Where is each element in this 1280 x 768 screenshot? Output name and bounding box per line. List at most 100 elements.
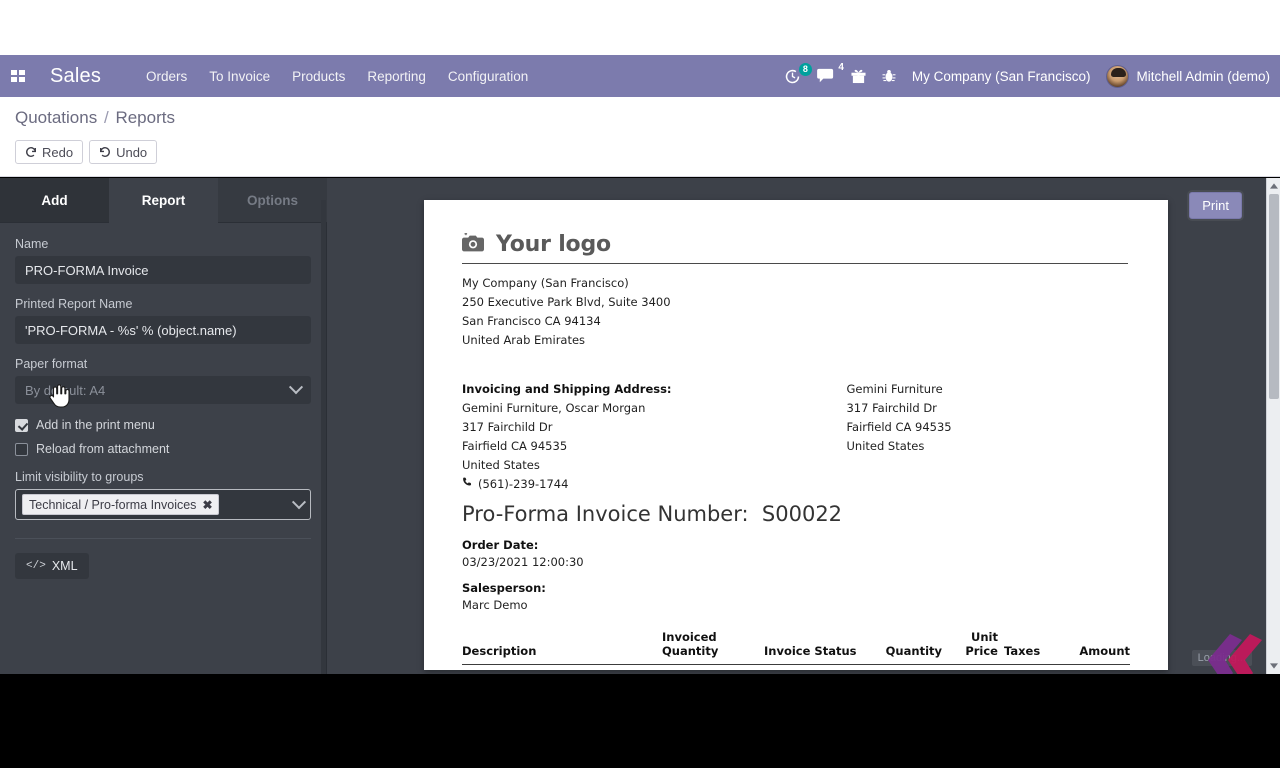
avatar xyxy=(1106,65,1129,88)
menu-item-orders[interactable]: Orders xyxy=(146,69,187,84)
invoicing-address-line: Gemini Furniture, Oscar Morgan xyxy=(462,399,846,418)
tab-add[interactable]: Add xyxy=(0,178,109,223)
code-icon: </> xyxy=(26,560,46,572)
current-company[interactable]: My Company (San Francisco) xyxy=(912,69,1091,84)
shipping-address-line: Gemini Furniture xyxy=(846,380,1132,399)
salesperson-label: Salesperson: xyxy=(462,581,1132,595)
address-columns: Invoicing and Shipping Address: Gemini F… xyxy=(462,380,1132,494)
print-button[interactable]: Print xyxy=(1189,192,1242,219)
company-address-line: San Francisco CA 94134 xyxy=(462,312,1132,331)
menu-item-to-invoice[interactable]: To Invoice xyxy=(209,69,270,84)
breadcrumb-root[interactable]: Quotations xyxy=(15,108,97,127)
bug-icon[interactable] xyxy=(882,68,896,84)
xml-label: XML xyxy=(52,559,78,573)
col-quantity: Quantity xyxy=(872,630,942,665)
caret-down-icon[interactable] xyxy=(1269,661,1279,671)
reload-from-attachment-checkbox[interactable] xyxy=(15,443,28,456)
salesperson-value: Marc Demo xyxy=(462,598,1132,612)
report-properties-form: Name PRO-FORMA Invoice Printed Report Na… xyxy=(0,223,326,579)
user-name: Mitchell Admin (demo) xyxy=(1136,69,1270,84)
breadcrumb: Quotations / Reports xyxy=(15,108,175,128)
undo-icon xyxy=(99,146,111,158)
menu-item-products[interactable]: Products xyxy=(292,69,345,84)
report-preview: Print Your logo xyxy=(328,178,1280,674)
undo-redo-toolbar: Redo Undo xyxy=(15,140,157,164)
breadcrumb-current: Reports xyxy=(115,108,175,127)
scrollbar-thumb[interactable] xyxy=(1269,194,1279,399)
col-taxes: Taxes xyxy=(998,630,1046,665)
studio-editor: Add Report Options Name PRO-FORMA Invoic… xyxy=(0,178,1280,674)
name-label: Name xyxy=(15,237,311,251)
group-tag[interactable]: Technical / Pro-forma Invoices ✖ xyxy=(22,494,219,515)
reload-from-attachment-label: Reload from attachment xyxy=(36,442,169,456)
menu-item-configuration[interactable]: Configuration xyxy=(448,69,528,84)
chevron-down-icon[interactable] xyxy=(292,495,306,509)
order-date-value: 03/23/2021 12:00:30 xyxy=(462,555,1132,569)
company-address-block: My Company (San Francisco) 250 Executive… xyxy=(462,274,1132,350)
sidebar-scrollbar[interactable] xyxy=(321,200,326,674)
close-icon[interactable]: ✖ xyxy=(202,498,212,512)
cell-taxes xyxy=(998,665,1046,671)
order-date-label: Order Date: xyxy=(462,538,1132,552)
group-tag-label: Technical / Pro-forma Invoices xyxy=(29,498,196,512)
xml-button[interactable]: </> XML xyxy=(15,553,89,579)
phone-row: (561)-239-1744 xyxy=(462,475,846,494)
cell-unit-price: 2,950.00 xyxy=(942,665,998,671)
activity-clock-icon[interactable]: 8 xyxy=(784,68,801,85)
limit-visibility-tags-input[interactable]: Technical / Pro-forma Invoices ✖ xyxy=(15,489,311,520)
cell-invoice-status: Nothing to xyxy=(764,665,872,671)
preview-scrollbar[interactable] xyxy=(1266,178,1280,674)
reload-from-attachment-row[interactable]: Reload from attachment xyxy=(15,442,311,456)
cell-amount: 29,500.00 AED xyxy=(1046,665,1130,671)
document-title: Pro-Forma Invoice Number: S00022 xyxy=(462,502,1132,526)
divider xyxy=(15,538,311,539)
activity-count-badge: 8 xyxy=(799,63,812,76)
tab-options[interactable]: Options xyxy=(218,178,327,223)
paper-format-value: By default: A4 xyxy=(25,383,105,398)
add-in-print-menu-row[interactable]: Add in the print menu xyxy=(15,418,311,432)
app-brand-sales[interactable]: Sales xyxy=(50,65,101,88)
shipping-address-line: Fairfield CA 94535 xyxy=(846,418,1132,437)
studio-watermark xyxy=(1200,630,1270,674)
add-in-print-menu-checkbox[interactable] xyxy=(15,419,28,432)
letterbox-bottom xyxy=(0,674,1280,768)
invoicing-address-line: United States xyxy=(462,456,846,475)
col-invoice-status: Invoice Status xyxy=(764,630,872,665)
table-row: [FURN_6666] Acoustic Bloc 0.00 Nothing t… xyxy=(462,665,1130,671)
paper-format-label: Paper format xyxy=(15,357,311,371)
menu-item-reporting[interactable]: Reporting xyxy=(367,69,426,84)
sidebar-tabs: Add Report Options xyxy=(0,178,327,223)
col-description: Description xyxy=(462,630,662,665)
invoicing-address-line: Fairfield CA 94535 xyxy=(462,437,846,456)
order-lines-table: Description Invoiced Quantity Invoice St… xyxy=(462,630,1130,670)
undo-label: Undo xyxy=(116,145,147,160)
chat-bubble-icon[interactable]: 4 xyxy=(817,68,835,84)
undo-button[interactable]: Undo xyxy=(89,140,157,164)
main-menu: Orders To Invoice Products Reporting Con… xyxy=(146,69,528,84)
printed-report-name-input[interactable]: 'PRO-FORMA - %s' % (object.name) xyxy=(15,316,311,344)
apps-grid-icon[interactable] xyxy=(6,68,32,84)
browser-chrome-blank xyxy=(0,0,1280,55)
messages-count-badge: 4 xyxy=(838,62,844,73)
header-rule xyxy=(462,263,1128,264)
camera-icon xyxy=(462,233,486,257)
invoicing-heading: Invoicing and Shipping Address: xyxy=(462,380,846,399)
caret-up-icon[interactable] xyxy=(1269,181,1279,191)
printed-report-name-label: Printed Report Name xyxy=(15,297,311,311)
table-header-row: Description Invoiced Quantity Invoice St… xyxy=(462,630,1130,665)
gift-icon[interactable] xyxy=(851,68,866,84)
redo-button[interactable]: Redo xyxy=(15,140,83,164)
cell-invoiced-quantity: 0.00 xyxy=(662,665,764,671)
tab-report[interactable]: Report xyxy=(109,178,218,223)
phone-icon xyxy=(462,475,473,494)
user-menu[interactable]: Mitchell Admin (demo) xyxy=(1106,65,1270,88)
paper-format-select[interactable]: By default: A4 xyxy=(15,376,311,404)
add-in-print-menu-label: Add in the print menu xyxy=(36,418,155,432)
name-input[interactable]: PRO-FORMA Invoice xyxy=(15,256,311,284)
col-unit-price: Unit Price xyxy=(942,630,998,665)
shipping-address-block: Gemini Furniture 317 Fairchild Dr Fairfi… xyxy=(846,380,1132,494)
top-navbar: Sales Orders To Invoice Products Reporti… xyxy=(0,55,1280,97)
phone-number: (561)-239-1744 xyxy=(478,475,568,494)
company-address-line: United Arab Emirates xyxy=(462,331,1132,350)
company-address-line: My Company (San Francisco) xyxy=(462,274,1132,293)
